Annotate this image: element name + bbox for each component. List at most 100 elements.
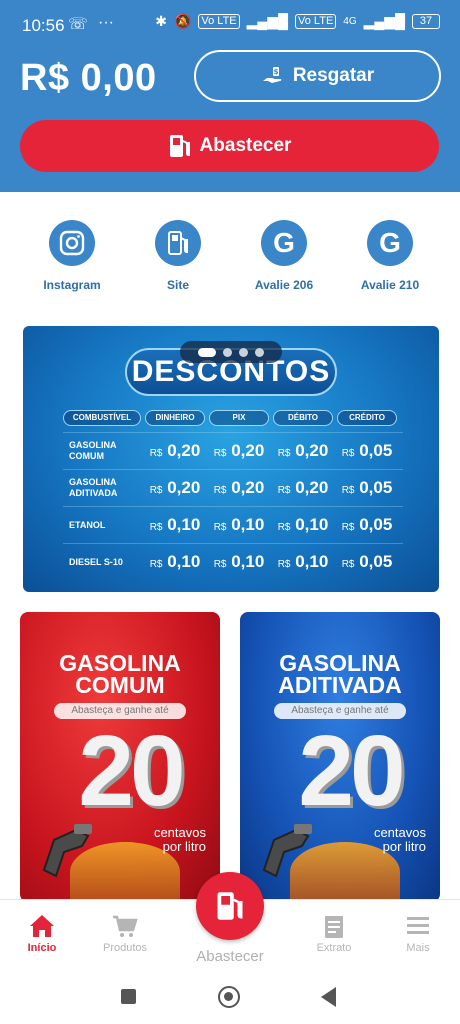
- carousel-dot: [198, 347, 216, 357]
- system-nav-bar: [0, 974, 460, 1024]
- promo-title: GASOLINA COMUM: [20, 650, 220, 697]
- discount-price: R$ 0,05: [337, 552, 397, 572]
- promo-title-line: GASOLINA: [59, 650, 181, 676]
- nav-inicio[interactable]: Início: [2, 914, 82, 954]
- nav-produtos[interactable]: Produtos: [85, 914, 165, 954]
- signal-icon-2: ▂▄▆█: [363, 13, 405, 29]
- volte-badge-1: Vo LTE: [198, 14, 240, 29]
- descontos-row: GASOLINA COMUM R$ 0,20 R$ 0,20 R$ 0,20 R$ 0,…: [63, 432, 403, 469]
- recents-icon[interactable]: [121, 989, 136, 1004]
- column-header: CRÉDITO: [337, 410, 397, 426]
- nav-extrato[interactable]: Extrato: [294, 914, 374, 954]
- currency-label: R$: [149, 485, 163, 496]
- discount-price: R$ 0,10: [273, 552, 333, 572]
- carousel-dot: [255, 347, 264, 357]
- abastecer-fab-label: Abastecer: [196, 948, 264, 965]
- abastecer-fab[interactable]: [196, 872, 264, 940]
- column-header: PIX: [209, 410, 269, 426]
- promo-card-gasolina-aditivada[interactable]: GASOLINA ADITIVADA Abasteça e ganhe até …: [240, 612, 440, 902]
- price-value: 0,20: [295, 478, 329, 497]
- fuel-name: DIESEL S-10: [69, 556, 123, 567]
- bluetooth-icon: ✱: [155, 13, 167, 29]
- discount-price: R$ 0,05: [337, 478, 397, 498]
- home-icon: [2, 914, 82, 942]
- price-value: 0,05: [359, 552, 393, 571]
- promo-unit-line: por litro: [162, 839, 206, 854]
- price-value: 0,20: [167, 478, 201, 497]
- receipt-icon: [294, 914, 374, 942]
- discount-price: R$ 0,20: [209, 441, 269, 461]
- discount-price: R$ 0,10: [145, 515, 205, 535]
- discount-price: R$ 0,10: [209, 515, 269, 535]
- signal-icon-1: ▂▄▆█: [246, 13, 289, 29]
- home-circle-icon[interactable]: [218, 986, 240, 1008]
- discount-price: R$ 0,05: [337, 441, 397, 461]
- fuel-nozzle-icon: [262, 824, 312, 878]
- menu-icon: [378, 914, 458, 942]
- fuel-nozzle-icon: [42, 824, 92, 878]
- fuel-pump-icon: [155, 220, 201, 266]
- quick-link-site[interactable]: Site: [128, 220, 228, 292]
- descontos-row: GASOLINA ADITIVADA R$ 0,20 R$ 0,20 R$ 0,20 R…: [63, 469, 403, 506]
- discount-price: R$ 0,05: [337, 515, 397, 535]
- column-header: DÉBITO: [273, 410, 333, 426]
- fuel-pump-icon: [169, 135, 190, 157]
- promo-unit-line: centavos: [153, 825, 206, 840]
- discount-price: R$ 0,20: [273, 478, 333, 498]
- discount-price: R$ 0,10: [145, 552, 205, 572]
- abastecer-label: Abastecer: [199, 135, 292, 156]
- fuel-pump-icon: [217, 892, 243, 920]
- carousel-dot: [223, 347, 232, 357]
- price-value: 0,20: [231, 478, 265, 497]
- discount-price: R$ 0,20: [209, 478, 269, 498]
- currency-label: R$: [149, 448, 163, 459]
- quick-link-label: Avalie 206: [254, 278, 314, 292]
- currency-label: R$: [341, 485, 355, 496]
- app-header: 10:56 ☏ ··· ✱ 🔕 Vo LTE ▂▄▆█ Vo LTE 4G ▂▄…: [0, 0, 460, 192]
- fuel-name: ETANOL: [69, 519, 106, 530]
- missed-call-icon: ☏: [68, 16, 89, 33]
- nav-label: Produtos: [102, 942, 148, 954]
- column-header: COMBUSTÍVEL: [63, 410, 141, 426]
- currency-label: R$: [213, 559, 227, 570]
- price-value: 0,20: [167, 441, 201, 460]
- price-value: 0,10: [231, 515, 265, 534]
- quick-link-avalie-206[interactable]: G Avalie 206: [234, 220, 334, 292]
- battery-icon: 37: [412, 14, 440, 29]
- back-icon[interactable]: [321, 987, 336, 1007]
- discount-price: R$ 0,10: [209, 552, 269, 572]
- descontos-banner[interactable]: DESCONTOS COMBUSTÍVEL DINHEIRO PIX DÉBIT…: [23, 326, 439, 592]
- descontos-header-row: COMBUSTÍVEL DINHEIRO PIX DÉBITO CRÉDITO: [63, 410, 403, 426]
- quick-link-instagram[interactable]: Instagram: [22, 220, 122, 292]
- quick-link-label: Avalie 210: [360, 278, 420, 292]
- descontos-row: DIESEL S-10 R$ 0,10 R$ 0,10 R$ 0,10 R$ 0,05: [63, 543, 403, 580]
- more-dots-icon: ···: [98, 14, 114, 31]
- svg-text:$: $: [273, 68, 278, 76]
- promo-unit: centavos por litro: [154, 826, 206, 854]
- nav-label: Mais: [406, 942, 430, 954]
- currency-label: R$: [213, 448, 227, 459]
- quick-link-avalie-210[interactable]: G Avalie 210: [340, 220, 440, 292]
- promo-card-gasolina-comum[interactable]: GASOLINA COMUM Abasteça e ganhe até 20 c…: [20, 612, 220, 902]
- hand-money-icon: $: [262, 67, 282, 83]
- discount-price: R$ 0,20: [273, 441, 333, 461]
- currency-label: R$: [277, 485, 291, 496]
- discount-price: R$ 0,20: [145, 441, 205, 461]
- price-value: 0,10: [295, 552, 329, 571]
- currency-label: R$: [149, 559, 163, 570]
- mute-icon: 🔕: [173, 13, 192, 29]
- balance-amount: R$ 0,00: [20, 57, 157, 99]
- price-value: 0,10: [231, 552, 265, 571]
- abastecer-button[interactable]: Abastecer: [20, 120, 439, 172]
- nav-mais[interactable]: Mais: [378, 914, 458, 954]
- carousel-dot: [239, 347, 248, 357]
- instagram-icon: [49, 220, 95, 266]
- google-icon: G: [261, 220, 307, 266]
- quick-link-label: Instagram: [43, 278, 101, 292]
- promo-title-line: ADITIVADA: [278, 672, 402, 698]
- nav-label: Início: [27, 942, 57, 954]
- fuel-name: GASOLINA COMUM: [69, 440, 117, 461]
- price-value: 0,05: [359, 441, 393, 460]
- resgatar-button[interactable]: $ Resgatar: [194, 50, 441, 102]
- fuel-name: GASOLINA ADITIVADA: [69, 477, 118, 498]
